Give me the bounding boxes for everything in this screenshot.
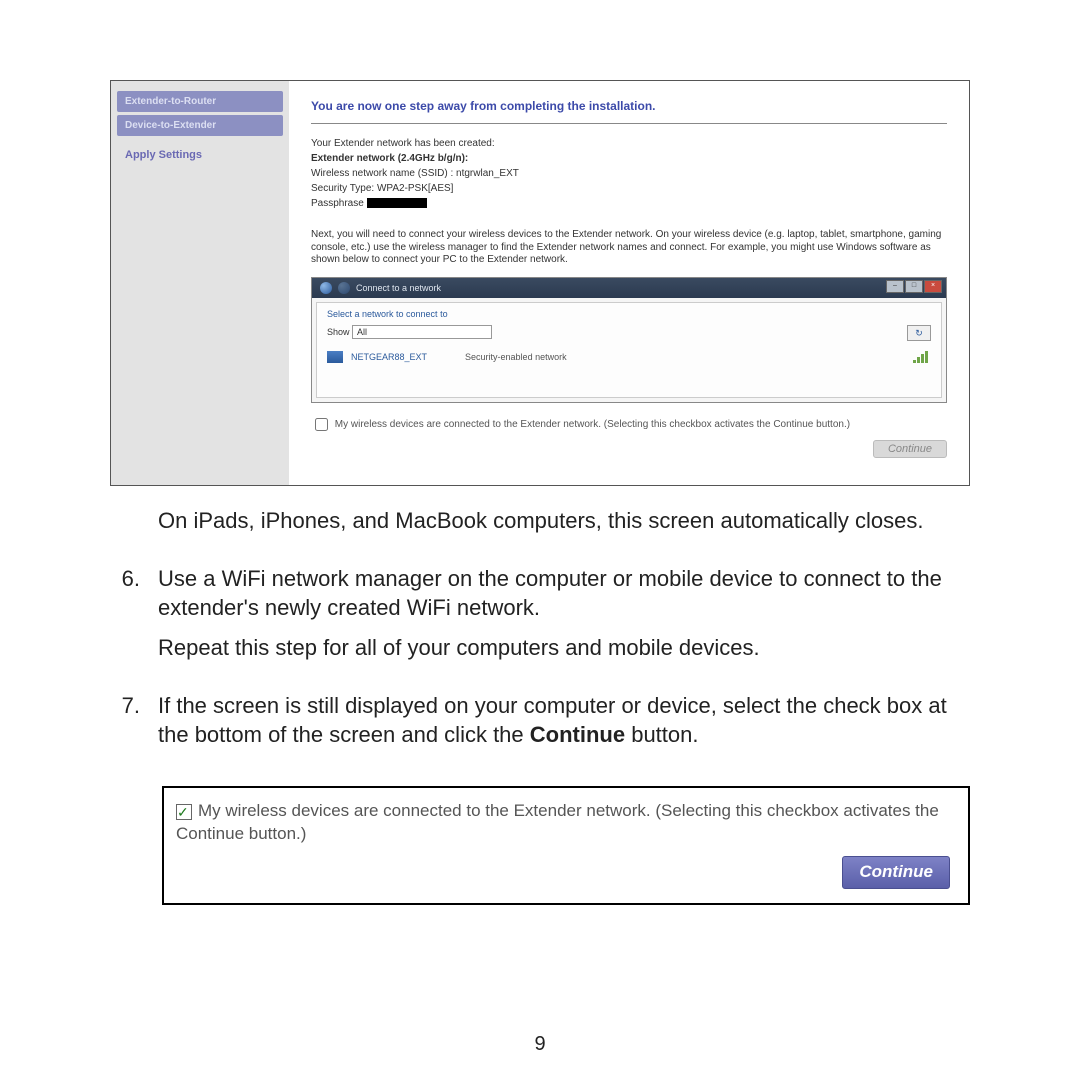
network-icon	[327, 351, 343, 363]
forward-orb-icon	[338, 282, 350, 294]
zoom-continue-button[interactable]: Continue	[842, 856, 950, 889]
network-name: NETGEAR88_EXT	[351, 352, 427, 362]
sidebar-item-device-to-extender: Device-to-Extender	[117, 115, 283, 136]
back-orb-icon	[320, 282, 332, 294]
wizard-screenshot: Extender-to-Router Device-to-Extender Ap…	[110, 80, 970, 486]
signal-icon	[913, 351, 931, 363]
maximize-icon: □	[905, 280, 923, 293]
band-label: Extender network (2.4GHz b/g/n):	[311, 153, 947, 164]
step-6-number: 6.	[110, 564, 140, 673]
connect-window-title: Connect to a network	[356, 283, 441, 293]
step-7-number: 7.	[110, 691, 140, 760]
close-icon: ×	[924, 280, 942, 293]
network-desc: Security-enabled network	[465, 352, 567, 362]
connect-window: Connect to a network – □ × Select a netw…	[311, 277, 947, 403]
step-6-text-b: Repeat this step for all of your compute…	[158, 633, 970, 663]
wizard-footer: My wireless devices are connected to the…	[311, 415, 947, 458]
sidebar-item-extender-to-router: Extender-to-Router	[117, 91, 283, 112]
show-dropdown[interactable]: All	[352, 325, 492, 339]
continue-button-disabled: Continue	[873, 440, 947, 458]
wizard-title: You are now one step away from completin…	[311, 99, 947, 124]
security-line: Security Type: WPA2-PSK[AES]	[311, 183, 947, 194]
select-network-label: Select a network to connect to	[327, 309, 931, 319]
devices-connected-checkbox[interactable]	[315, 418, 328, 431]
network-list-item[interactable]: NETGEAR88_EXT Security-enabled network	[327, 351, 931, 363]
after-shot-text: On iPads, iPhones, and MacBook computers…	[158, 506, 970, 536]
zoom-checkbox-checked[interactable]	[176, 804, 192, 820]
page-number: 9	[0, 1033, 1080, 1056]
passphrase-label: Passphrase	[311, 198, 364, 209]
zoom-checkbox-row: My wireless devices are connected to the…	[176, 800, 950, 846]
passphrase-redacted	[367, 198, 427, 208]
passphrase-line: Passphrase	[311, 198, 947, 209]
zoom-screenshot: My wireless devices are connected to the…	[162, 786, 970, 905]
connect-window-titlebar: Connect to a network – □ ×	[312, 278, 946, 298]
step-indent	[110, 506, 140, 546]
devices-connected-label: My wireless devices are connected to the…	[335, 419, 850, 430]
sidebar-item-apply-settings: Apply Settings	[117, 139, 283, 166]
minimize-icon: –	[886, 280, 904, 293]
ssid-line: Wireless network name (SSID) : ntgrwlan_…	[311, 168, 947, 179]
refresh-button[interactable]: ↻	[907, 325, 931, 341]
step-6-text-a: Use a WiFi network manager on the comput…	[158, 564, 970, 623]
network-created-text: Your Extender network has been created:	[311, 138, 947, 149]
show-label: Show	[327, 327, 350, 337]
wizard-main: You are now one step away from completin…	[289, 81, 969, 485]
zoom-checkbox-label: My wireless devices are connected to the…	[176, 801, 939, 843]
wizard-sidebar: Extender-to-Router Device-to-Extender Ap…	[111, 81, 289, 485]
wizard-instructions: Next, you will need to connect your wire…	[311, 229, 947, 267]
step-7-text: If the screen is still displayed on your…	[158, 691, 970, 750]
